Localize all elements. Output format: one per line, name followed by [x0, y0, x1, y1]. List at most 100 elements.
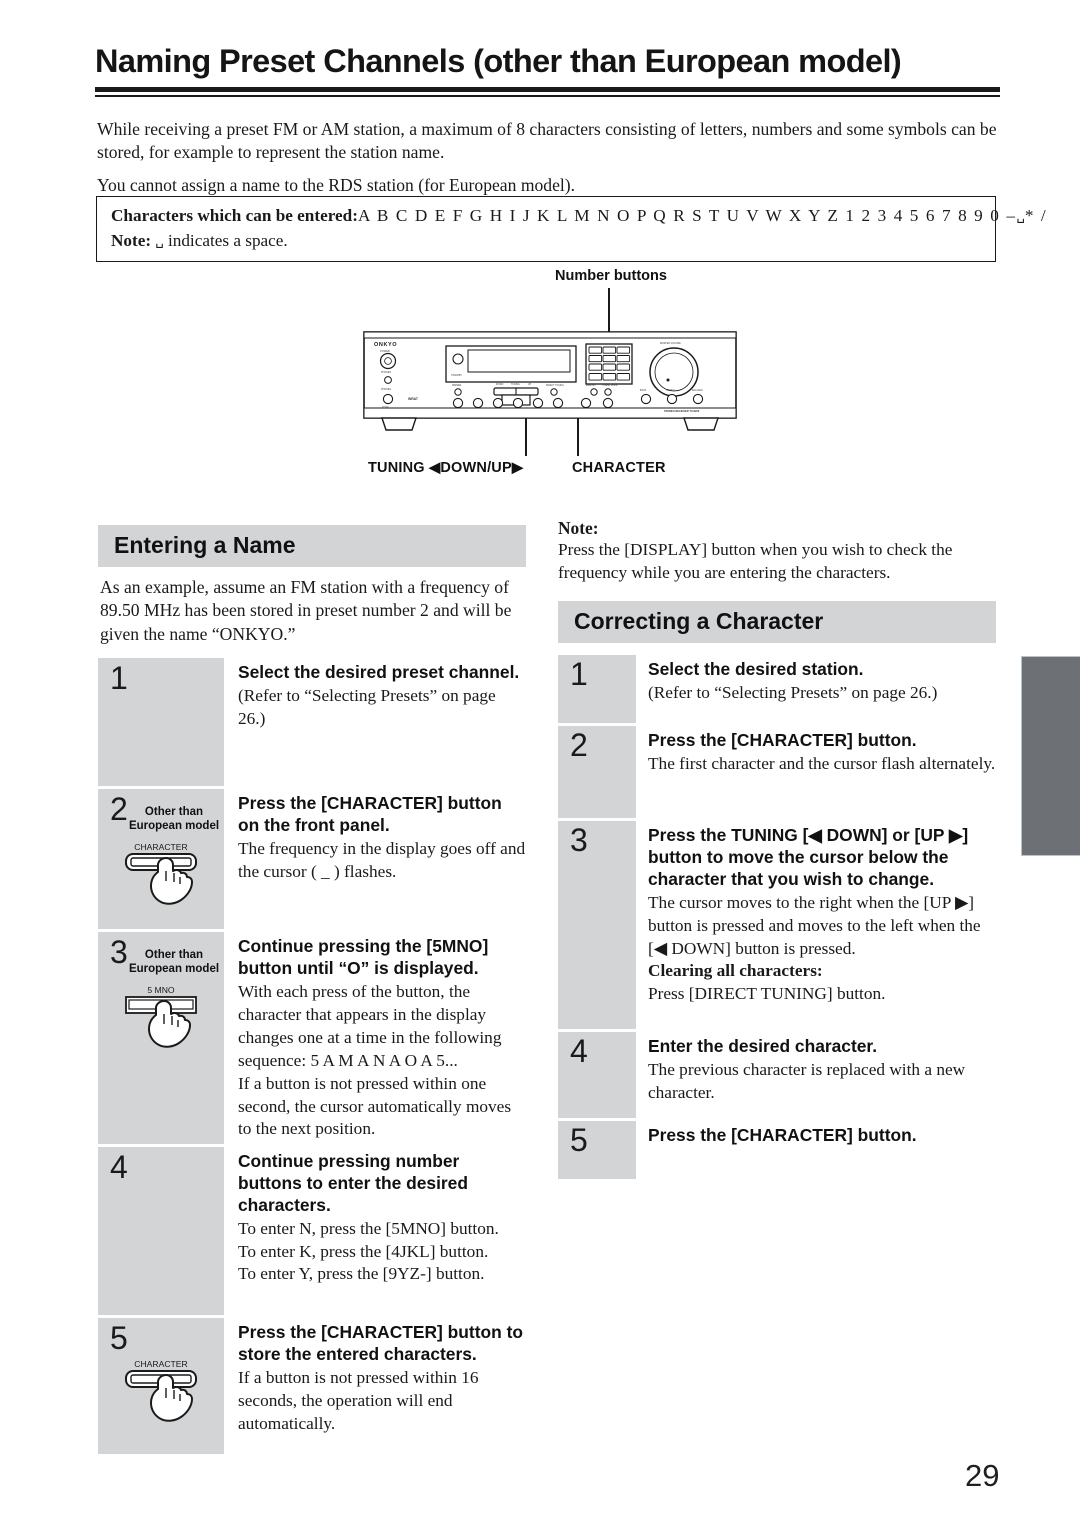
step-text: With each press of the button, the chara…	[238, 982, 502, 1070]
svg-text:BALANCE: BALANCE	[692, 389, 703, 392]
note-label: Note:	[558, 518, 599, 538]
step-text: The previous character is replaced with …	[648, 1059, 966, 1102]
svg-text:TUNING MODE: TUNING MODE	[602, 385, 618, 387]
step-number-box: 4	[558, 1031, 636, 1118]
button-cap-label-character: CHARACTER	[134, 842, 187, 852]
svg-text:ONKYO: ONKYO	[374, 342, 397, 348]
correcting-a-character-section: Note: Press the [DISPLAY] button when yo…	[558, 518, 996, 1182]
step-text-2: To enter K, press the [4JKL] button.	[238, 1241, 489, 1261]
step-number: 5	[570, 1121, 588, 1158]
svg-text:MEMORY: MEMORY	[586, 385, 596, 387]
step-text: The cursor moves to the right when the […	[648, 892, 981, 958]
step-body: Press the [CHARACTER] button.	[636, 1121, 996, 1179]
step-number: 2	[570, 726, 588, 763]
svg-text:MASTER VOLUME: MASTER VOLUME	[660, 342, 681, 345]
step-row: 2 Press the [CHARACTER] button. The firs…	[558, 725, 996, 818]
correcting-a-character-heading: Correcting a Character	[558, 600, 996, 643]
step-body: Select the desired station. (Refer to “S…	[636, 655, 996, 723]
step-number-box: 5 CHARACTER	[98, 1318, 224, 1455]
note-text: Press the [DISPLAY] button when you wish…	[558, 540, 953, 582]
space-glyph-inline: ␣	[1016, 209, 1025, 224]
step-row: 1 Select the desired station. (Refer to …	[558, 654, 996, 723]
svg-text:DOWN: DOWN	[496, 384, 504, 386]
step-body: Press the [CHARACTER] button to store th…	[224, 1318, 526, 1454]
space-glyph: ␣	[155, 234, 164, 250]
intro-paragraph-2: You cannot assign a name to the RDS stat…	[97, 174, 576, 195]
svg-text:STANDBY: STANDBY	[451, 374, 463, 377]
note-block: Note: Press the [DISPLAY] button when yo…	[558, 518, 996, 585]
characters-trailing: * /	[1024, 206, 1048, 225]
step-body: Enter the desired character. The previou…	[636, 1032, 996, 1118]
entering-a-name-section: Entering a Name As an example, assume an…	[98, 525, 526, 1457]
step-title: Continue pressing the [5MNO] button unti…	[238, 936, 489, 979]
button-cap-label-5mno: 5 MNO	[147, 985, 175, 995]
step-number-box: 3 Other than European model 5 MNO	[98, 932, 224, 1145]
step-number: 4	[570, 1032, 588, 1069]
characters-note: Note: ␣ indicates a space.	[111, 229, 983, 252]
step-title: Select the desired station.	[648, 658, 864, 679]
button-illustration: CHARACTER	[98, 839, 224, 917]
step-number: 3	[570, 821, 588, 858]
svg-text:PHONES: PHONES	[381, 388, 392, 391]
step-number-box: 3	[558, 820, 636, 1029]
step-number-box: 1	[98, 658, 224, 787]
step-text-2: Press [DIRECT TUNING] button.	[648, 984, 886, 1004]
step-body: Press the TUNING [◀ DOWN] or [UP ▶] butt…	[636, 821, 996, 1029]
page-header: Naming Preset Channels (other than Europ…	[95, 43, 1000, 97]
step-number: 5	[110, 1320, 128, 1357]
entering-a-name-lead: As an example, assume an FM station with…	[100, 577, 512, 644]
step-title: Press the [CHARACTER] button to store th…	[238, 1322, 524, 1365]
step-subheading: Clearing all characters:	[648, 961, 823, 981]
step-row: 5 CHARACTER Press the [CHARACTER] button…	[98, 1318, 526, 1455]
step-text: The frequency in the display goes off an…	[238, 839, 526, 882]
receiver-diagram: Number buttons TUNING ◀DOWN/UP▶ CHARACTE…	[350, 268, 750, 483]
step-row: 3 Press the TUNING [◀ DOWN] or [UP ▶] bu…	[558, 820, 996, 1029]
button-cap-label-character: CHARACTER	[134, 1359, 187, 1369]
step-title: Continue pressing number buttons to ente…	[238, 1151, 468, 1216]
title-rule-thick	[95, 87, 1000, 93]
characters-line: Characters which can be entered:A B C D …	[111, 204, 1046, 227]
svg-text:PHONES: PHONES	[381, 371, 392, 374]
step-title: Press the [CHARACTER] button.	[648, 729, 917, 750]
step-text-3: To enter Y, press the [9YZ-] button.	[238, 1264, 485, 1284]
step-row: 5 Press the [CHARACTER] button.	[558, 1120, 996, 1179]
step-title: Enter the desired character.	[648, 1035, 878, 1056]
step-number-box: 2 Other than European model CHARACTER	[98, 789, 224, 930]
button-illustration: CHARACTER	[98, 1356, 224, 1434]
diagram-label-character: CHARACTER	[572, 460, 666, 476]
step-row: 4 Enter the desired character. The previ…	[558, 1031, 996, 1118]
step-body: Press the [CHARACTER] button on the fron…	[224, 789, 526, 929]
step-number: 1	[570, 655, 588, 692]
svg-text:DIMMER: DIMMER	[452, 385, 462, 387]
entering-a-name-steps: 1 Select the desired preset channel. (Re…	[98, 658, 526, 1455]
characters-box: Characters which can be entered:A B C D …	[96, 196, 1046, 263]
entering-a-name-heading: Entering a Name	[98, 525, 526, 567]
svg-text:TREBLE: TREBLE	[666, 390, 675, 392]
step-text: (Refer to “Selecting Presets” on page 26…	[648, 682, 938, 702]
correcting-a-character-steps: 1 Select the desired station. (Refer to …	[558, 654, 996, 1179]
step-body: Continue pressing the [5MNO] button unti…	[224, 932, 526, 1144]
svg-text:BASS: BASS	[640, 389, 647, 392]
step-text-2: If a button is not pressed within one se…	[238, 1073, 512, 1139]
step-number-box: 1	[558, 654, 636, 723]
manual-page: Naming Preset Channels (other than Europ…	[0, 0, 1080, 1526]
step-title: Press the [CHARACTER] button.	[648, 1124, 917, 1145]
step-text: (Refer to “Selecting Presets” on page 26…	[238, 686, 496, 729]
svg-text:TONE: TONE	[382, 406, 389, 409]
step-row: 3 Other than European model 5 MNO Contin…	[98, 932, 526, 1145]
thumb-index-tab	[1021, 656, 1080, 856]
step-body: Select the desired preset channel. (Refe…	[224, 658, 526, 786]
intro-paragraph-1: While receiving a preset FM or AM statio…	[97, 119, 997, 163]
step-text: To enter N, press the [5MNO] button.	[238, 1219, 499, 1239]
step-row: 2 Other than European model CHARACTER Pr…	[98, 789, 526, 930]
intro-block: While receiving a preset FM or AM statio…	[97, 118, 1000, 206]
step-number: 1	[110, 660, 128, 697]
characters-note-text: indicates a space.	[167, 231, 288, 251]
diagram-label-number-buttons: Number buttons	[555, 268, 667, 284]
step-row: 1 Select the desired preset channel. (Re…	[98, 658, 526, 787]
diagram-label-tuning: TUNING ◀DOWN/UP▶	[368, 460, 524, 476]
step-number-box: 2	[558, 725, 636, 818]
characters-note-label: Note:	[111, 231, 152, 251]
step-row: 4 Continue pressing number buttons to en…	[98, 1147, 526, 1316]
characters-label: Characters which can be entered:	[111, 206, 358, 225]
